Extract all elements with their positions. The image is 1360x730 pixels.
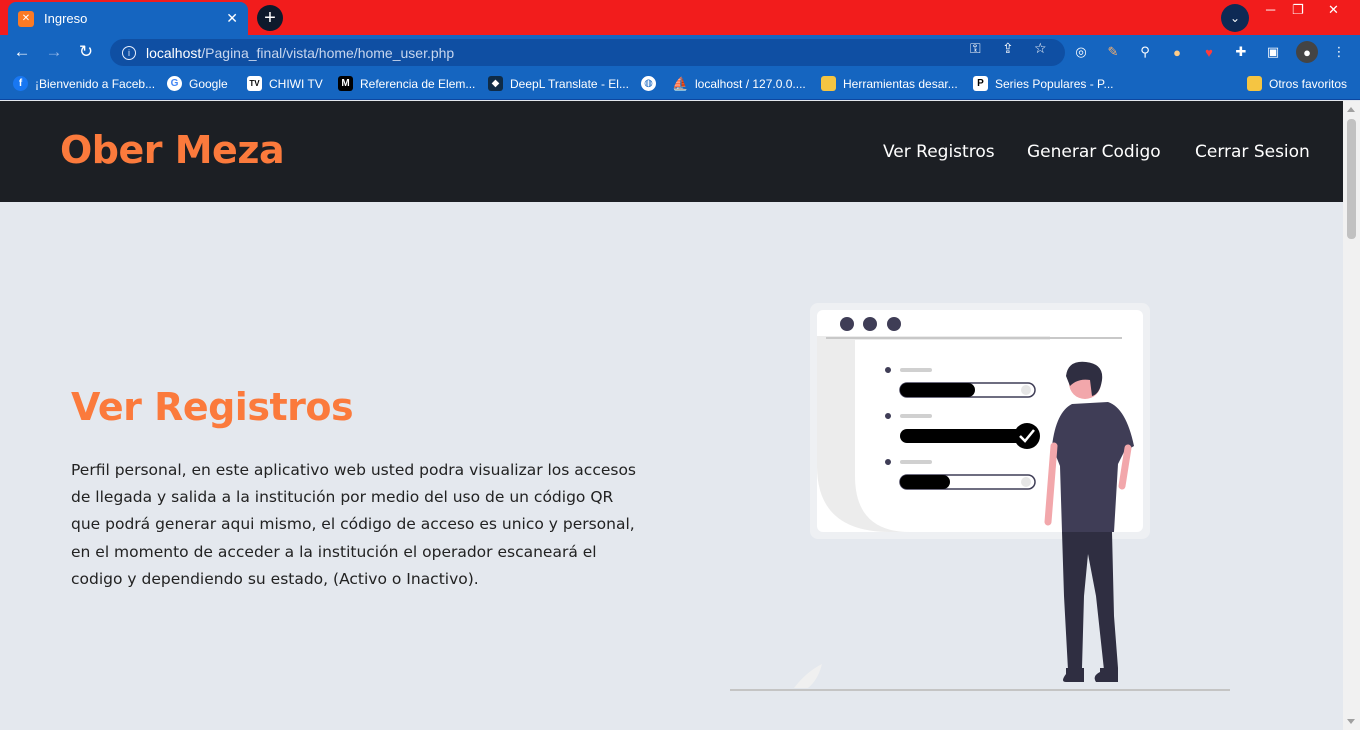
google-icon: G [167,76,182,91]
tab-search-button[interactable]: ⌄ [1221,4,1249,32]
site-header: Ober Meza Ver Registros Generar Codigo C… [0,101,1343,202]
browser-toolbar: ← → ↻ i localhost/Pagina_final/vista/hom… [0,35,1360,69]
new-tab-button[interactable]: + [257,5,283,31]
deepl-icon: ◆ [488,76,503,91]
page-scrollbar[interactable] [1343,101,1360,730]
panel-divider [826,337,1122,339]
bookmark-star-icon[interactable]: ☆ [1034,40,1047,57]
profile-avatar[interactable]: ● [1296,41,1318,63]
hero-line: de llegada y salida a la institución por… [71,488,614,507]
bookmark-label: CHIWI TV [269,76,323,91]
page-viewport: Ober Meza Ver Registros Generar Codigo C… [0,101,1343,730]
bookmark-label: Google [189,76,228,91]
share-icon[interactable]: ⇪ [1002,40,1014,57]
scroll-up-arrow-icon[interactable] [1347,107,1355,112]
back-icon[interactable]: ← [11,41,33,63]
bookmarks-bar: f ¡Bienvenido a Faceb... G Google TV CHIWI … [0,69,1360,100]
tab-title: Ingreso [44,11,88,26]
scroll-down-arrow-icon[interactable] [1347,719,1355,724]
key-icon[interactable]: ⚿ [970,40,981,57]
plant-leaf [794,664,822,688]
folder-icon [1247,76,1262,91]
progress-fill [900,383,975,397]
site-info-icon[interactable]: i [122,45,136,60]
pencil-extension-icon[interactable]: ✎ [1104,43,1122,61]
sidebar-icon[interactable]: ▣ [1264,43,1282,61]
minimize-icon[interactable]: ─ [1266,2,1275,17]
search-extension-icon[interactable]: ⚲ [1136,43,1154,61]
bookmark-item[interactable]: M Referencia de Elem... [338,76,475,91]
xampp-favicon-icon: ✕ [18,10,34,27]
hero-line: en el momento de acceder a la institució… [71,542,597,561]
hero-illustration [730,303,1230,691]
address-bar[interactable]: i localhost/Pagina_final/vista/home/home… [110,39,1065,66]
bookmark-item[interactable]: ⛵ localhost / 127.0.0.... [672,75,806,91]
nav-cerrar-sesion[interactable]: Cerrar Sesion [1195,142,1310,162]
other-bookmarks[interactable]: Otros favoritos [1247,76,1347,91]
hero-line: Perfil personal, en este aplicativo web … [71,461,637,479]
other-bookmarks-label: Otros favoritos [1269,76,1348,91]
extension-icon[interactable]: ◎ [1072,43,1090,61]
forward-icon[interactable]: → [43,41,65,63]
bookmark-item[interactable]: ◍ [641,76,663,91]
phpmyadmin-icon: ⛵ [672,75,689,91]
nav-ver-registros[interactable]: Ver Registros [883,142,995,162]
bookmark-item[interactable]: P Series Populares - P... [973,76,1114,91]
window-dot [887,317,901,331]
bookmark-label: ¡Bienvenido a Faceb... [35,76,156,91]
mdn-icon: M [338,76,353,91]
bookmark-label: Series Populares - P... [995,76,1114,91]
bookmark-item[interactable]: TV CHIWI TV [247,76,323,91]
ground-line [730,689,1230,691]
window-dot [840,317,854,331]
nav-generar-codigo[interactable]: Generar Codigo [1027,142,1161,162]
puzzle-icon[interactable]: ✚ [1232,43,1250,61]
site-brand[interactable]: Ober Meza [60,128,285,172]
window-close-icon[interactable]: ✕ [1328,2,1339,18]
hero-title: Ver Registros [71,385,354,429]
globe-icon: ◍ [641,76,656,91]
url-path: /Pagina_final/vista/home/home_user.php [201,44,455,61]
bookmark-item[interactable]: ◆ DeepL Translate - El... [488,76,629,91]
tv-icon: TV [247,76,262,91]
browser-tab-bar: ✕ Ingreso ✕ + ⌄ ─ ❐ ✕ [0,0,1360,35]
heart-extension-icon[interactable]: ♥ [1200,43,1218,61]
p-icon: P [973,76,988,91]
url-host: localhost [146,44,202,61]
facebook-icon: f [13,76,28,91]
bookmark-label: DeepL Translate - El... [510,76,629,91]
browser-tab[interactable]: ✕ Ingreso ✕ [8,2,248,35]
bookmark-label: Herramientas desar... [843,76,958,91]
menu-kebab-icon[interactable]: ⋮ [1330,43,1348,61]
bookmark-item[interactable]: Herramientas desar... [821,76,958,91]
reload-icon[interactable]: ↻ [75,41,97,63]
bookmark-item[interactable]: f ¡Bienvenido a Faceb... [13,76,155,91]
hero-description: Perfil personal, en este aplicativo web … [71,457,671,593]
restore-icon[interactable]: ❐ [1292,2,1304,18]
hero-line: codigo y dependiendo su estado, (Activo … [71,569,479,588]
scroll-thumb[interactable] [1347,119,1356,239]
close-tab-icon[interactable]: ✕ [226,10,238,27]
bookmark-label: localhost / 127.0.0.... [695,76,806,91]
check-circle-icon [1014,423,1040,449]
fox-extension-icon[interactable]: ● [1168,43,1186,61]
folder-icon [821,76,836,91]
bookmark-item[interactable]: G Google [167,76,228,91]
window-dot [863,317,877,331]
bookmark-label: Referencia de Elem... [360,76,476,91]
hero-line: que podrá generar aqui mismo, el código … [71,515,635,534]
